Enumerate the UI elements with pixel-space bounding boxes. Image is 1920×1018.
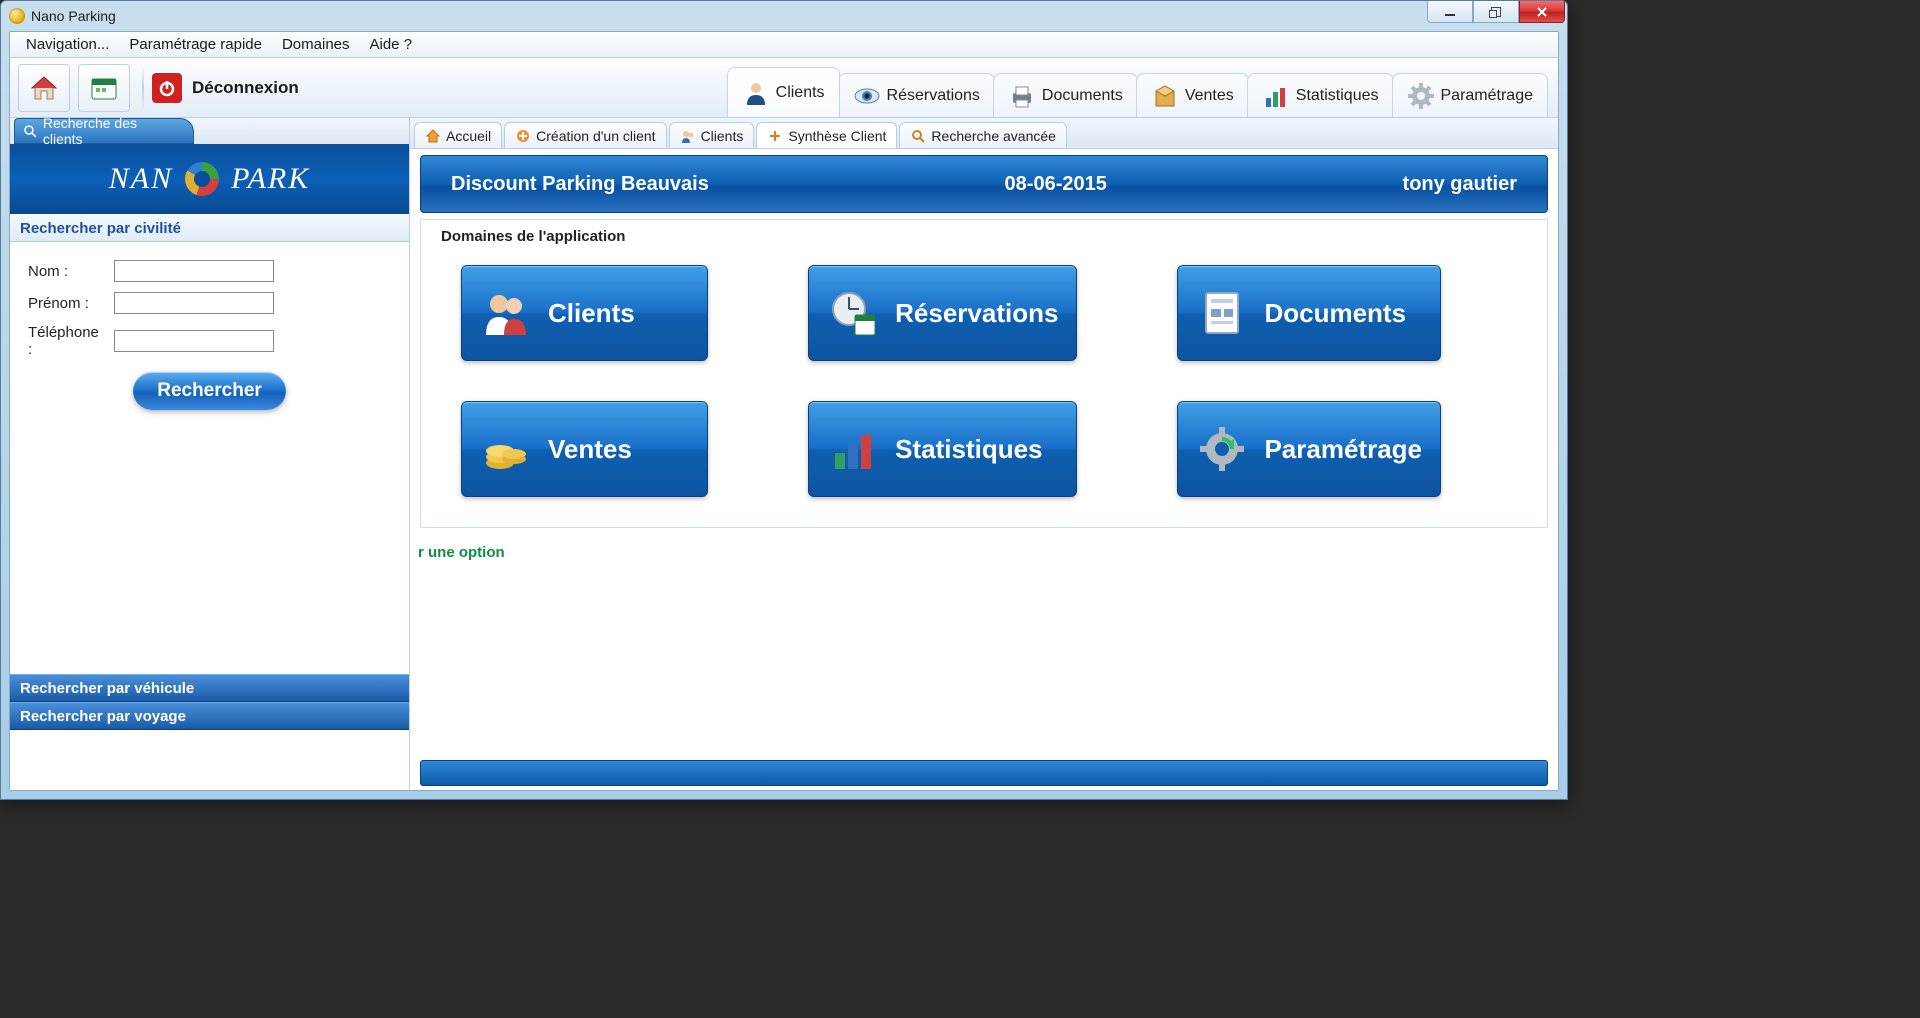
documents-tile-icon [1196,287,1248,339]
accordion-civilite-header[interactable]: Rechercher par civilité [10,214,409,242]
banner-date: 08-06-2015 [1005,173,1107,196]
body: Recherche des clients NAN PARK Recherche… [10,118,1558,790]
input-nom[interactable] [114,260,274,282]
add-user-icon [515,128,531,144]
home-small-icon [425,128,441,144]
main-content: Accueil Création d'un client Clients Syn… [410,118,1558,790]
calendar-icon [88,72,120,104]
maximize-button[interactable] [1473,1,1519,23]
titlebar[interactable]: Nano Parking [1,1,1567,31]
tab-documents[interactable]: Documents [993,73,1138,117]
tab-clients[interactable]: Clients [727,67,840,117]
stats-tile-icon [827,423,879,475]
tile-documents[interactable]: Documents [1177,265,1441,361]
banner: Discount Parking Beauvais 08-06-2015 ton… [420,155,1548,213]
doc-tab-clients[interactable]: Clients [669,122,755,148]
clients-icon [742,79,770,107]
menu-help[interactable]: Aide ? [360,33,423,56]
tile-clients[interactable]: Clients [461,265,708,361]
doc-tab-creation-client[interactable]: Création d'un client [504,122,666,148]
sidebar: Recherche des clients NAN PARK Recherche… [10,118,410,790]
home-icon [28,72,60,104]
chart-icon [1262,82,1290,110]
search-small-icon [910,128,926,144]
accordion-voyage-header[interactable]: Rechercher par voyage [10,702,409,730]
tile-statistiques[interactable]: Statistiques [808,401,1077,497]
doc-tab-synthese[interactable]: Synthèse Client [756,122,897,148]
document-tabs: Accueil Création d'un client Clients Syn… [410,118,1558,148]
tile-grid: Clients Réservations Documents [461,265,1441,497]
tile-reservations[interactable]: Réservations [808,265,1077,361]
content-panel: Discount Parking Beauvais 08-06-2015 ton… [410,148,1558,790]
app-icon [9,8,25,24]
hint-text: r une option [418,544,1558,561]
box-icon [1151,82,1179,110]
menu-domains[interactable]: Domaines [272,33,360,56]
printer-icon [1008,82,1036,110]
logo: NAN PARK [10,144,409,214]
window-controls [1427,1,1565,23]
footer-bar [420,760,1548,786]
toolbar: Déconnexion Clients Réservations Documen… [10,58,1558,118]
tab-parametrage[interactable]: Paramétrage [1392,73,1549,117]
synthese-icon [767,128,783,144]
label-nom: Nom : [28,263,106,280]
tab-reservations[interactable]: Réservations [838,73,995,117]
users-small-icon [680,128,696,144]
doc-tab-accueil[interactable]: Accueil [414,122,502,148]
menu-navigation[interactable]: Navigation... [16,33,119,56]
toolbar-calendar-button[interactable] [78,64,130,112]
menu-quick-settings[interactable]: Paramétrage rapide [119,33,272,56]
clients-tile-icon [480,287,532,339]
app-window: Nano Parking Navigation... Paramétrage r… [0,0,1568,800]
window-title: Nano Parking [31,8,116,24]
minimize-button[interactable] [1427,1,1473,23]
doc-tab-recherche-avancee[interactable]: Recherche avancée [899,122,1067,148]
client-area: Navigation... Paramétrage rapide Domaine… [9,31,1559,791]
settings-tile-icon [1196,423,1248,475]
label-telephone: Téléphone : [28,324,106,358]
close-button[interactable] [1519,1,1565,23]
logout-button[interactable]: Déconnexion [152,73,299,103]
close-icon [1536,6,1548,18]
module-tabs: Clients Réservations Documents Ventes St… [729,65,1548,117]
eye-icon [853,82,881,110]
logo-ring-icon [185,162,219,196]
search-icon [23,124,37,138]
ventes-tile-icon [480,423,532,475]
label-prenom: Prénom : [28,295,106,312]
input-prenom[interactable] [114,292,274,314]
tab-statistiques[interactable]: Statistiques [1247,73,1394,117]
sidebar-tab-search-clients[interactable]: Recherche des clients [14,118,194,144]
reservations-tile-icon [827,287,879,339]
accordion-civilite-body: Nom : Prénom : Téléphone : Rechercher [10,242,409,674]
tile-parametrage[interactable]: Paramétrage [1177,401,1441,497]
panel-title: Domaines de l'application [441,228,1527,245]
search-button[interactable]: Rechercher [133,372,286,410]
menubar: Navigation... Paramétrage rapide Domaine… [10,32,1558,58]
banner-company: Discount Parking Beauvais [451,173,709,196]
gear-icon [1407,82,1435,110]
toolbar-separator [142,66,144,110]
input-telephone[interactable] [114,330,274,352]
accordion-vehicule-header[interactable]: Rechercher par véhicule [10,674,409,702]
power-icon [152,73,182,103]
tile-ventes[interactable]: Ventes [461,401,708,497]
banner-user: tony gautier [1403,173,1517,196]
logout-label: Déconnexion [192,78,299,98]
toolbar-home-button[interactable] [18,64,70,112]
domains-panel: Domaines de l'application Clients Réserv… [420,219,1548,528]
tab-ventes[interactable]: Ventes [1136,73,1249,117]
